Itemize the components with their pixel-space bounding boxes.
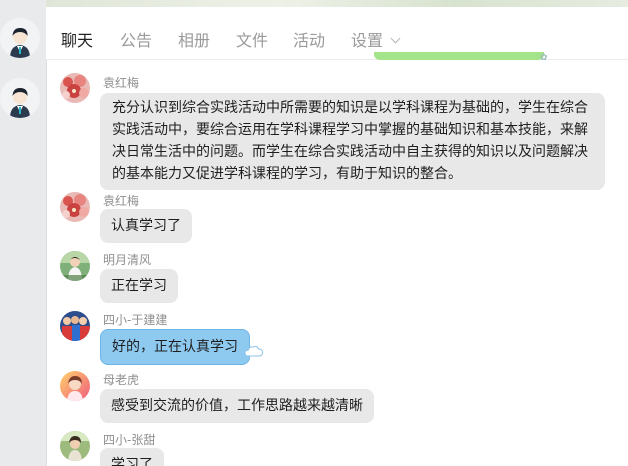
tab-settings[interactable]: 设置 bbox=[351, 27, 401, 51]
message-bubble: 感受到交流的价值，工作思路越来越清晰 bbox=[100, 389, 374, 423]
sender-avatar[interactable] bbox=[60, 311, 90, 341]
sender-avatar[interactable] bbox=[60, 251, 90, 281]
tab-activity[interactable]: 活动 bbox=[293, 27, 325, 51]
left-rail bbox=[0, 0, 47, 466]
chevron-down-icon bbox=[390, 33, 401, 44]
sender-avatar[interactable] bbox=[60, 192, 90, 222]
contact-avatar[interactable] bbox=[0, 18, 40, 58]
sender-name: 四小-张甜 bbox=[103, 433, 156, 447]
sender-name: 四小-于建建 bbox=[103, 313, 168, 327]
tab-notice[interactable]: 公告 bbox=[120, 27, 152, 51]
message-bubble: 充分认识到综合实践活动中所需要的知识是以学科课程为基础的，学生在综合实践活动中，… bbox=[100, 93, 605, 190]
tab-file[interactable]: 文件 bbox=[236, 27, 268, 51]
tab-album[interactable]: 相册 bbox=[178, 27, 210, 51]
message-bubble: 认真学习了 bbox=[100, 209, 192, 243]
sender-avatar[interactable] bbox=[60, 431, 90, 461]
sender-name: 袁红梅 bbox=[103, 194, 140, 208]
previous-message-bubble bbox=[374, 52, 544, 60]
tab-chat[interactable]: 聊天 bbox=[61, 27, 93, 51]
sender-name: 袁红梅 bbox=[103, 76, 140, 90]
header-decoration bbox=[46, 0, 628, 7]
cloud-decoration-icon bbox=[244, 345, 264, 357]
bubble-decoration-icon: ✿ bbox=[540, 53, 548, 63]
sender-name: 母老虎 bbox=[103, 373, 140, 387]
sender-avatar[interactable] bbox=[60, 371, 90, 401]
message-bubble-highlight: 好的，正在认真学习 bbox=[100, 329, 250, 365]
message-bubble: 正在学习 bbox=[100, 269, 178, 303]
sender-name: 明月清风 bbox=[103, 253, 152, 267]
group-chat-window: 聊天 公告 相册 文件 活动 设置 ✿ 袁红梅 充分认识到综合实践活动中所需要的… bbox=[0, 0, 628, 466]
sender-avatar[interactable] bbox=[60, 73, 90, 103]
contact-avatar[interactable] bbox=[0, 78, 40, 118]
message-bubble: 学习了 bbox=[100, 448, 164, 466]
tab-settings-label: 设置 bbox=[351, 31, 384, 50]
